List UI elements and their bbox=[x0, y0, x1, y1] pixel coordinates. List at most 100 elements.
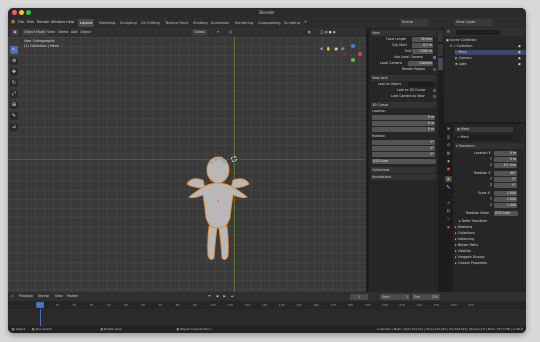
cursor-rotation-mode-dropdown[interactable]: XYZ Euler bbox=[372, 159, 436, 164]
location-x-field[interactable]: 0 m bbox=[494, 151, 517, 156]
transform-panel-header[interactable]: ▾ Transform bbox=[455, 143, 524, 149]
measure-tool-icon[interactable]: ⊿ bbox=[10, 123, 18, 131]
view-layer-selector[interactable]: View Layer bbox=[454, 19, 492, 26]
visibility-eye-icon[interactable]: ◉ bbox=[518, 62, 521, 67]
proportional-edit-icon[interactable]: ◎ bbox=[229, 29, 232, 36]
menu-add[interactable]: Add bbox=[71, 29, 78, 36]
3d-viewport[interactable]: User Orthographic (1) Collection | Mesh … bbox=[8, 37, 366, 292]
outliner-item-collection[interactable]: ▾ ▭ Collection ◉ bbox=[450, 44, 526, 49]
render-properties-icon[interactable]: ◫ bbox=[445, 134, 452, 140]
modifier-properties-icon[interactable]: 🔧 bbox=[445, 184, 452, 190]
snap-icon[interactable]: ⌖ bbox=[217, 29, 219, 36]
menu-edit[interactable]: Edit bbox=[27, 17, 34, 28]
delta-transform-section[interactable]: ▸ Delta Transform bbox=[459, 219, 487, 223]
tab-modeling[interactable]: Modeling bbox=[97, 19, 117, 27]
visibility-section[interactable]: ▸ Visibility bbox=[455, 249, 471, 253]
tab-uv-editing[interactable]: UV Editing bbox=[139, 19, 162, 27]
end-frame-field[interactable]: End 250 bbox=[412, 293, 440, 300]
constraints-properties-icon[interactable]: ⛓ bbox=[445, 208, 452, 214]
focal-length-field[interactable]: 50 mm bbox=[412, 37, 433, 42]
outliner-item-camera[interactable]: ◧ Camera ◉ bbox=[455, 56, 526, 61]
view-layer-properties-icon[interactable]: ▤ bbox=[445, 150, 452, 156]
location-y-field[interactable]: 0 m bbox=[494, 157, 517, 162]
overlays-icon[interactable]: ◐ bbox=[308, 29, 311, 36]
3d-cursor-icon[interactable] bbox=[231, 156, 237, 162]
location-z-field[interactable]: -0.1 mm bbox=[494, 163, 517, 168]
menu-view[interactable]: View bbox=[47, 29, 55, 36]
motion-paths-section[interactable]: ▸ Motion Paths bbox=[455, 243, 478, 247]
cursor-location-z-field[interactable]: 0 m bbox=[372, 127, 435, 132]
annotate-tool-icon[interactable]: ✎ bbox=[10, 112, 18, 120]
rotation-z-field[interactable]: 0° bbox=[494, 183, 517, 188]
menu-keying[interactable]: Keying bbox=[38, 292, 49, 301]
scale-y-field[interactable]: 1.000 bbox=[494, 197, 517, 202]
viewport-display-section[interactable]: ▸ Viewport Display bbox=[455, 255, 485, 259]
tab-shading[interactable]: Shading bbox=[191, 19, 210, 27]
transform-tool-icon[interactable]: ⊞ bbox=[10, 101, 18, 109]
lock-camera-checkbox[interactable] bbox=[433, 95, 436, 98]
current-frame-field[interactable]: 1 bbox=[350, 293, 368, 300]
rotate-tool-icon[interactable]: ↻ bbox=[10, 79, 18, 87]
transform-orientation-dropdown[interactable]: Global bbox=[192, 29, 207, 36]
view-panel-header[interactable]: View bbox=[371, 30, 436, 36]
object-name-field[interactable]: ▣ Mesh bbox=[455, 127, 513, 132]
local-camera-field[interactable]: Camera bbox=[408, 61, 433, 66]
menu-render[interactable]: Render bbox=[37, 17, 50, 28]
outliner-filter-icon[interactable]: ☰ bbox=[447, 28, 450, 36]
cursor-rotation-z-field[interactable]: 0° bbox=[372, 152, 435, 157]
cherub-mesh[interactable] bbox=[183, 152, 253, 264]
start-frame-field[interactable]: Start 1 bbox=[380, 293, 410, 300]
frame-ruler[interactable]: 0 10 20 30 40 50 60 70 80 90 100 110 120 130 140 150 160… bbox=[8, 301, 526, 309]
menu-file[interactable]: File bbox=[18, 17, 24, 28]
visibility-eye-icon[interactable]: ◉ bbox=[518, 50, 521, 55]
render-region-checkbox[interactable] bbox=[433, 68, 436, 71]
tab-rendering[interactable]: Rendering bbox=[233, 19, 255, 27]
tab-view[interactable] bbox=[438, 58, 443, 70]
mesh-name-field[interactable]: ▽ Mesh bbox=[455, 135, 513, 140]
use-local-camera-checkbox[interactable] bbox=[433, 56, 436, 59]
cursor-rotation-y-field[interactable]: 0° bbox=[372, 146, 435, 151]
outliner-scene-collection[interactable]: ▣ Scene Collection bbox=[446, 38, 524, 43]
view-controls[interactable]: ⊕✋▣⊞ bbox=[320, 46, 347, 51]
collections-section[interactable]: ▸ Collections bbox=[455, 231, 475, 235]
visibility-eye-icon[interactable]: ◉ bbox=[518, 56, 521, 61]
cursor-location-y-field[interactable]: 0 m bbox=[372, 121, 435, 126]
lock-object-field[interactable] bbox=[408, 82, 433, 87]
custom-properties-section[interactable]: ▸ Custom Properties bbox=[455, 261, 487, 265]
add-workspace-icon[interactable]: + bbox=[304, 17, 307, 28]
menu-playback[interactable]: Playback bbox=[19, 292, 33, 301]
playback-controls[interactable]: ⏮ ◀ ▶ ⏭ bbox=[208, 292, 236, 301]
outliner-item-mesh[interactable]: ▽ Mesh ◉ bbox=[455, 50, 526, 55]
tab-animation[interactable]: Animation bbox=[209, 19, 231, 27]
menu-select[interactable]: Select bbox=[58, 29, 68, 36]
cursor-tool-icon[interactable]: ⊕ bbox=[10, 57, 18, 65]
physics-properties-icon[interactable]: ◔ bbox=[445, 200, 452, 206]
tab-texture-paint[interactable]: Texture Paint bbox=[163, 19, 190, 27]
clip-end-field[interactable]: 1000 m bbox=[412, 49, 433, 54]
visibility-eye-icon[interactable]: ◉ bbox=[518, 44, 521, 49]
move-tool-icon[interactable]: ✥ bbox=[10, 68, 18, 76]
menu-timeline-view[interactable]: View bbox=[55, 292, 63, 301]
blender-logo-icon[interactable]: ◉ bbox=[11, 17, 15, 28]
annotations-panel-header[interactable]: Annotations bbox=[371, 174, 436, 180]
cursor-location-x-field[interactable]: 0 m bbox=[372, 115, 435, 120]
data-properties-icon[interactable]: ▽ bbox=[445, 216, 452, 222]
scene-selector[interactable]: Scene bbox=[400, 19, 428, 26]
outliner-search-input[interactable] bbox=[456, 29, 500, 35]
rotation-y-field[interactable]: 0° bbox=[494, 177, 517, 182]
cursor-rotation-x-field[interactable]: 0° bbox=[372, 140, 435, 145]
menu-marker[interactable]: Marker bbox=[67, 292, 78, 301]
instancing-section[interactable]: ▸ Instancing bbox=[455, 237, 474, 241]
collections-panel-header[interactable]: Collections bbox=[371, 167, 436, 173]
3d-cursor-panel-header[interactable]: 3D Cursor bbox=[371, 102, 436, 108]
scale-x-field[interactable]: 1.000 bbox=[494, 191, 517, 196]
world-properties-icon[interactable]: ● bbox=[445, 166, 452, 172]
menu-object[interactable]: Object bbox=[80, 29, 91, 36]
material-properties-icon[interactable]: ◕ bbox=[445, 224, 452, 230]
object-mode-dropdown[interactable]: Object Mode bbox=[22, 29, 48, 36]
tab-scripting[interactable]: Scripting bbox=[282, 19, 302, 27]
tab-item[interactable] bbox=[438, 30, 443, 42]
object-properties-icon[interactable]: ▣ bbox=[445, 176, 452, 182]
menu-window[interactable]: Window bbox=[51, 17, 65, 28]
view-lock-panel-header[interactable]: View Lock bbox=[371, 75, 436, 81]
